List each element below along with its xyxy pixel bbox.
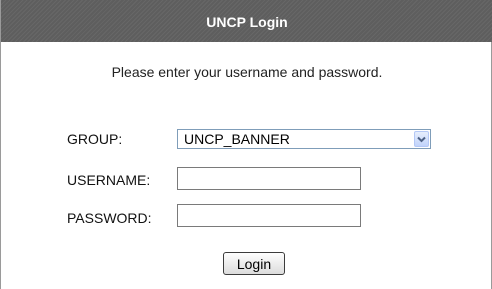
group-label: GROUP: [67,131,123,147]
username-label: USERNAME: [67,172,151,188]
login-header: UNCP Login [1,0,492,42]
chevron-down-icon[interactable] [414,131,429,147]
password-label: PASSWORD: [67,210,152,226]
login-button[interactable]: Login [223,252,285,275]
username-input[interactable] [177,167,361,190]
login-panel: UNCP Login Please enter your username an… [0,0,492,289]
instructions-text: Please enter your username and password. [111,64,383,80]
password-input[interactable] [177,204,361,227]
group-select[interactable]: UNCP_BANNER [177,129,431,149]
header-title: UNCP Login [206,14,288,30]
group-selected-value: UNCP_BANNER [184,131,290,147]
